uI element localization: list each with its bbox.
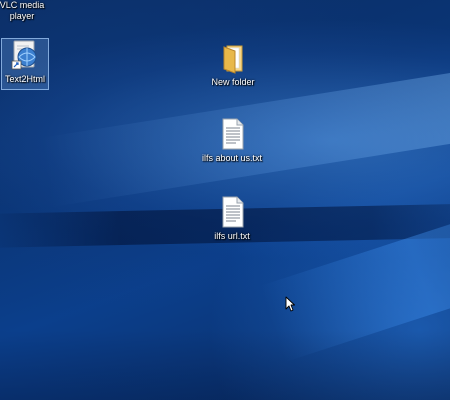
text2html-app-icon [11, 40, 37, 70]
desktop-icon-label: Text2Html [4, 74, 45, 84]
desktop-icon-label: VLC media player [0, 0, 45, 21]
desktop-icon-ilfs-about-us-txt[interactable]: ilfs about us.txt [197, 118, 267, 164]
desktop-icon-label: ilfs url.txt [214, 231, 250, 241]
text-file-icon [222, 196, 244, 228]
desktop-icon-text2html[interactable]: Text2Html [1, 38, 49, 90]
desktop-icon-label: New folder [211, 77, 255, 87]
mouse-cursor-icon [285, 296, 295, 312]
desktop-icon-new-folder[interactable]: New folder [198, 42, 268, 88]
desktop[interactable]: VLC media player Text2Html New folder il… [0, 0, 450, 400]
text-file-icon [222, 118, 244, 150]
desktop-icon-ilfs-url-txt[interactable]: ilfs url.txt [197, 196, 267, 242]
desktop-icon-vlc[interactable]: VLC media player [0, 0, 52, 22]
folder-icon [223, 45, 243, 74]
desktop-icon-label: ilfs about us.txt [201, 153, 263, 163]
wallpaper-shade [0, 330, 450, 400]
wallpaper-light-beam [260, 205, 450, 363]
